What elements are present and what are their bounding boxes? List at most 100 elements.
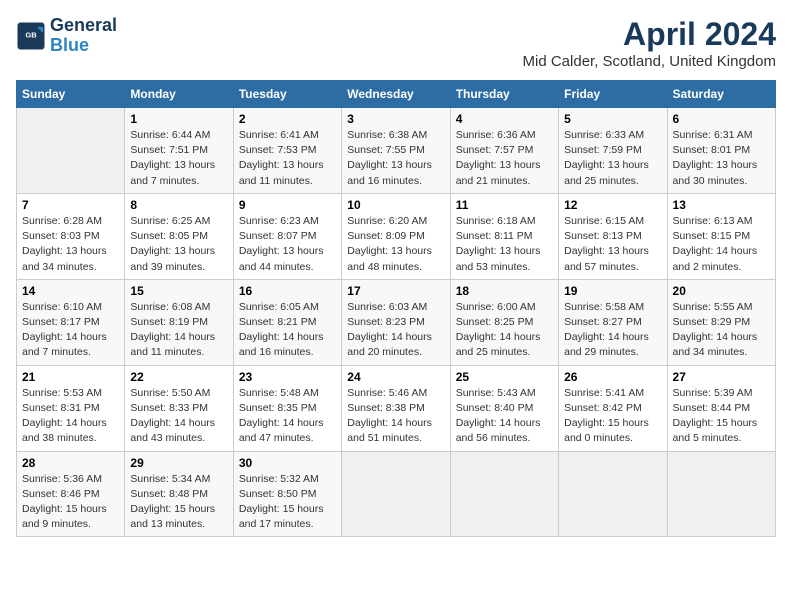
day-number: 13: [673, 198, 770, 212]
calendar-cell: 12 Sunrise: 6:15 AMSunset: 8:13 PMDaylig…: [559, 193, 667, 279]
day-number: 2: [239, 112, 336, 126]
title-area: April 2024 Mid Calder, Scotland, United …: [523, 16, 776, 70]
day-number: 20: [673, 284, 770, 298]
day-info: Sunrise: 5:58 AMSunset: 8:27 PMDaylight:…: [564, 300, 661, 361]
day-number: 7: [22, 198, 119, 212]
calendar-cell: [450, 451, 558, 537]
calendar-cell: [342, 451, 450, 537]
day-info: Sunrise: 5:50 AMSunset: 8:33 PMDaylight:…: [130, 386, 227, 447]
day-info: Sunrise: 6:15 AMSunset: 8:13 PMDaylight:…: [564, 214, 661, 275]
calendar-cell: 27 Sunrise: 5:39 AMSunset: 8:44 PMDaylig…: [667, 365, 775, 451]
calendar-subtitle: Mid Calder, Scotland, United Kingdom: [523, 53, 776, 70]
calendar-cell: 28 Sunrise: 5:36 AMSunset: 8:46 PMDaylig…: [17, 451, 125, 537]
day-info: Sunrise: 5:32 AMSunset: 8:50 PMDaylight:…: [239, 472, 336, 533]
day-info: Sunrise: 6:28 AMSunset: 8:03 PMDaylight:…: [22, 214, 119, 275]
day-info: Sunrise: 6:44 AMSunset: 7:51 PMDaylight:…: [130, 128, 227, 189]
logo-line2: Blue: [50, 36, 117, 56]
day-info: Sunrise: 5:46 AMSunset: 8:38 PMDaylight:…: [347, 386, 444, 447]
weekday-header-friday: Friday: [559, 81, 667, 108]
calendar-cell: 24 Sunrise: 5:46 AMSunset: 8:38 PMDaylig…: [342, 365, 450, 451]
day-number: 18: [456, 284, 553, 298]
calendar-cell: 6 Sunrise: 6:31 AMSunset: 8:01 PMDayligh…: [667, 108, 775, 194]
day-info: Sunrise: 5:43 AMSunset: 8:40 PMDaylight:…: [456, 386, 553, 447]
calendar-cell: 2 Sunrise: 6:41 AMSunset: 7:53 PMDayligh…: [233, 108, 341, 194]
calendar-cell: 5 Sunrise: 6:33 AMSunset: 7:59 PMDayligh…: [559, 108, 667, 194]
day-info: Sunrise: 6:31 AMSunset: 8:01 PMDaylight:…: [673, 128, 770, 189]
day-number: 6: [673, 112, 770, 126]
logo-line1: General: [50, 16, 117, 36]
weekday-header-tuesday: Tuesday: [233, 81, 341, 108]
day-number: 5: [564, 112, 661, 126]
calendar-cell: 21 Sunrise: 5:53 AMSunset: 8:31 PMDaylig…: [17, 365, 125, 451]
calendar-cell: 26 Sunrise: 5:41 AMSunset: 8:42 PMDaylig…: [559, 365, 667, 451]
day-info: Sunrise: 5:36 AMSunset: 8:46 PMDaylight:…: [22, 472, 119, 533]
day-number: 22: [130, 370, 227, 384]
day-info: Sunrise: 5:41 AMSunset: 8:42 PMDaylight:…: [564, 386, 661, 447]
calendar-title: April 2024: [523, 16, 776, 53]
day-number: 9: [239, 198, 336, 212]
day-number: 27: [673, 370, 770, 384]
calendar-cell: 20 Sunrise: 5:55 AMSunset: 8:29 PMDaylig…: [667, 279, 775, 365]
calendar-table: SundayMondayTuesdayWednesdayThursdayFrid…: [16, 80, 776, 537]
day-info: Sunrise: 6:18 AMSunset: 8:11 PMDaylight:…: [456, 214, 553, 275]
weekday-header-monday: Monday: [125, 81, 233, 108]
calendar-cell: 13 Sunrise: 6:13 AMSunset: 8:15 PMDaylig…: [667, 193, 775, 279]
calendar-week-row: 28 Sunrise: 5:36 AMSunset: 8:46 PMDaylig…: [17, 451, 776, 537]
day-number: 4: [456, 112, 553, 126]
day-number: 30: [239, 456, 336, 470]
day-number: 8: [130, 198, 227, 212]
svg-text:GB: GB: [25, 30, 37, 39]
day-number: 1: [130, 112, 227, 126]
day-number: 28: [22, 456, 119, 470]
logo-icon: GB: [16, 21, 46, 51]
calendar-cell: 25 Sunrise: 5:43 AMSunset: 8:40 PMDaylig…: [450, 365, 558, 451]
day-number: 16: [239, 284, 336, 298]
day-number: 26: [564, 370, 661, 384]
day-info: Sunrise: 6:05 AMSunset: 8:21 PMDaylight:…: [239, 300, 336, 361]
calendar-week-row: 7 Sunrise: 6:28 AMSunset: 8:03 PMDayligh…: [17, 193, 776, 279]
calendar-cell: [17, 108, 125, 194]
day-number: 23: [239, 370, 336, 384]
day-number: 17: [347, 284, 444, 298]
calendar-week-row: 21 Sunrise: 5:53 AMSunset: 8:31 PMDaylig…: [17, 365, 776, 451]
day-number: 14: [22, 284, 119, 298]
day-number: 15: [130, 284, 227, 298]
logo-text: General Blue: [50, 16, 117, 56]
day-info: Sunrise: 6:25 AMSunset: 8:05 PMDaylight:…: [130, 214, 227, 275]
day-info: Sunrise: 6:38 AMSunset: 7:55 PMDaylight:…: [347, 128, 444, 189]
day-info: Sunrise: 6:23 AMSunset: 8:07 PMDaylight:…: [239, 214, 336, 275]
weekday-header-wednesday: Wednesday: [342, 81, 450, 108]
header: GB General Blue April 2024 Mid Calder, S…: [16, 16, 776, 70]
calendar-cell: [559, 451, 667, 537]
day-number: 12: [564, 198, 661, 212]
day-info: Sunrise: 6:10 AMSunset: 8:17 PMDaylight:…: [22, 300, 119, 361]
calendar-cell: 9 Sunrise: 6:23 AMSunset: 8:07 PMDayligh…: [233, 193, 341, 279]
calendar-cell: 29 Sunrise: 5:34 AMSunset: 8:48 PMDaylig…: [125, 451, 233, 537]
weekday-header-row: SundayMondayTuesdayWednesdayThursdayFrid…: [17, 81, 776, 108]
calendar-cell: 8 Sunrise: 6:25 AMSunset: 8:05 PMDayligh…: [125, 193, 233, 279]
day-number: 29: [130, 456, 227, 470]
calendar-cell: 4 Sunrise: 6:36 AMSunset: 7:57 PMDayligh…: [450, 108, 558, 194]
day-info: Sunrise: 6:03 AMSunset: 8:23 PMDaylight:…: [347, 300, 444, 361]
weekday-header-sunday: Sunday: [17, 81, 125, 108]
weekday-header-saturday: Saturday: [667, 81, 775, 108]
day-number: 3: [347, 112, 444, 126]
calendar-cell: 10 Sunrise: 6:20 AMSunset: 8:09 PMDaylig…: [342, 193, 450, 279]
day-info: Sunrise: 6:41 AMSunset: 7:53 PMDaylight:…: [239, 128, 336, 189]
calendar-cell: 16 Sunrise: 6:05 AMSunset: 8:21 PMDaylig…: [233, 279, 341, 365]
day-info: Sunrise: 6:36 AMSunset: 7:57 PMDaylight:…: [456, 128, 553, 189]
calendar-cell: 7 Sunrise: 6:28 AMSunset: 8:03 PMDayligh…: [17, 193, 125, 279]
logo: GB General Blue: [16, 16, 117, 56]
calendar-cell: 18 Sunrise: 6:00 AMSunset: 8:25 PMDaylig…: [450, 279, 558, 365]
calendar-week-row: 1 Sunrise: 6:44 AMSunset: 7:51 PMDayligh…: [17, 108, 776, 194]
calendar-cell: 19 Sunrise: 5:58 AMSunset: 8:27 PMDaylig…: [559, 279, 667, 365]
calendar-cell: 30 Sunrise: 5:32 AMSunset: 8:50 PMDaylig…: [233, 451, 341, 537]
calendar-cell: 3 Sunrise: 6:38 AMSunset: 7:55 PMDayligh…: [342, 108, 450, 194]
day-info: Sunrise: 6:13 AMSunset: 8:15 PMDaylight:…: [673, 214, 770, 275]
day-number: 10: [347, 198, 444, 212]
calendar-cell: 23 Sunrise: 5:48 AMSunset: 8:35 PMDaylig…: [233, 365, 341, 451]
day-number: 21: [22, 370, 119, 384]
day-info: Sunrise: 6:08 AMSunset: 8:19 PMDaylight:…: [130, 300, 227, 361]
day-info: Sunrise: 5:39 AMSunset: 8:44 PMDaylight:…: [673, 386, 770, 447]
day-number: 25: [456, 370, 553, 384]
